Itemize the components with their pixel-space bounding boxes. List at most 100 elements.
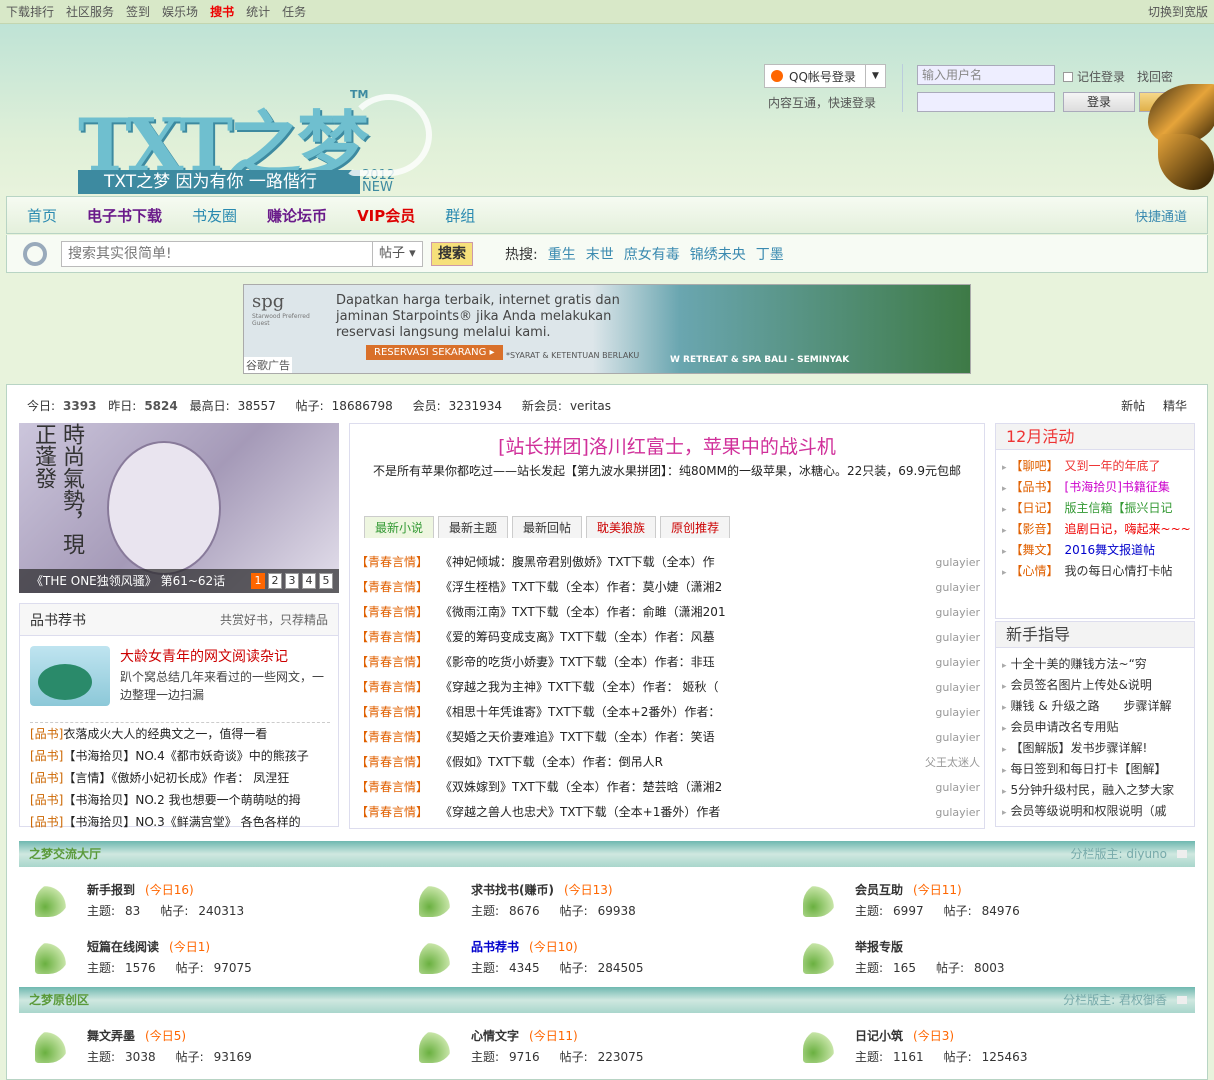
slider-page-button[interactable]: 1: [251, 573, 265, 589]
leaf-icon[interactable]: [803, 883, 837, 917]
username-input[interactable]: 输入用户名: [917, 65, 1055, 85]
top-link[interactable]: 签到: [126, 5, 150, 19]
collapse-icon[interactable]: [1177, 996, 1187, 1004]
thread-author[interactable]: gulayier: [920, 650, 980, 675]
thread-tag[interactable]: 【青春言情】: [356, 650, 440, 675]
activity-item[interactable]: 【日记】版主信箱【振兴日记: [1002, 498, 1194, 519]
quick-access-link[interactable]: 快捷通道: [1135, 206, 1187, 225]
leaf-icon[interactable]: [35, 883, 69, 917]
guide-item[interactable]: 赚钱 & 升级之路 步骤详解: [1002, 696, 1194, 717]
thread-row[interactable]: 【青春言情】 《相思十年凭谁寄》TXT下载（全本+2番外）作者： gulayier: [356, 700, 980, 725]
activity-text[interactable]: 又到一年的年底了: [1065, 459, 1161, 473]
activity-tag[interactable]: 【品书】: [1011, 480, 1059, 494]
activity-item[interactable]: 【舞文】 2016舞文报道帖: [1002, 540, 1194, 561]
thread-title[interactable]: 《假如》TXT下载（全本）作者：倒吊人R: [440, 750, 920, 775]
forum-card[interactable]: 品书荐书 (今日10) 主题: 4345 帖子: 284505: [415, 930, 799, 987]
forum-name-text[interactable]: 举报专版: [855, 940, 903, 954]
stat-newmember[interactable]: veritas: [570, 399, 611, 413]
search-button[interactable]: 搜索: [431, 241, 473, 266]
thread-row[interactable]: 【青春言情】 《微雨江南》TXT下载（全本）作者：俞雎（潇湘201 gulayier: [356, 600, 980, 625]
nav-item[interactable]: 电子书下载: [87, 205, 162, 226]
thread-author[interactable]: 父王太迷人: [920, 750, 980, 775]
activity-text[interactable]: [书海拾贝]书籍征集: [1065, 480, 1170, 494]
forum-card[interactable]: 举报专版 主题: 165 帖子: 8003: [799, 930, 1183, 987]
forgot-link[interactable]: 找回密: [1137, 70, 1173, 84]
digest-link[interactable]: 精华: [1163, 399, 1187, 413]
collapse-icon[interactable]: [1177, 850, 1187, 858]
forum-name-text[interactable]: 品书荐书: [471, 940, 519, 954]
book-pick-tag[interactable]: [品书]: [30, 727, 63, 741]
nav-item[interactable]: VIP会员: [357, 205, 415, 226]
forum-name[interactable]: 日记小筑 (今日3): [855, 1027, 1183, 1044]
remember-checkbox[interactable]: 记住登录 找回密: [1063, 68, 1173, 85]
book-pick-tag[interactable]: [品书]: [30, 771, 63, 785]
thread-author[interactable]: gulayier: [920, 600, 980, 625]
top-link[interactable]: 统计: [246, 5, 270, 19]
forum-card[interactable]: 新手报到 (今日16) 主题: 83 帖子: 240313: [31, 873, 415, 930]
book-pick-tag[interactable]: [品书]: [30, 793, 63, 807]
nav-item[interactable]: 首页: [27, 205, 57, 226]
thread-tag[interactable]: 【青春言情】: [356, 775, 440, 800]
forum-section-title[interactable]: 之梦原创区: [29, 993, 89, 1007]
thread-author[interactable]: gulayier: [920, 625, 980, 650]
featured-book-title[interactable]: 大龄女青年的网文阅读杂记: [120, 646, 288, 666]
thread-row[interactable]: 【青春言情】 《穿越之我为主神》TXT下载（全本）作者： 姬秋（ gulayier: [356, 675, 980, 700]
book-pick-item[interactable]: [品书]衣落成火大人的经典文之一，值得一看: [30, 723, 330, 745]
activity-tag[interactable]: 【日记】: [1011, 501, 1059, 515]
thread-author[interactable]: gulayier: [920, 550, 980, 575]
book-pick-tag[interactable]: [品书]: [30, 815, 63, 829]
leaf-icon[interactable]: [419, 1029, 453, 1063]
guide-item[interactable]: 【图解版】发书步骤详解!: [1002, 738, 1194, 759]
book-pick-text[interactable]: 衣落成火大人的经典文之一，值得一看: [63, 727, 267, 741]
hot-search-word[interactable]: 丁墨: [756, 247, 784, 263]
thread-tag[interactable]: 【青春言情】: [356, 625, 440, 650]
hot-search-word[interactable]: 锦绣未央: [690, 247, 746, 263]
thread-title[interactable]: 《影帝的吃货小娇妻》TXT下载（全本）作者：非珏: [440, 650, 920, 675]
headline-title[interactable]: [站长拼团]洛川红富士，苹果中的战斗机: [350, 432, 984, 459]
forum-section-title[interactable]: 之梦交流大厅: [29, 847, 101, 861]
book-pick-item[interactable]: [品书]【言情】《傲娇小妃初长成》作者： 凤涅狂: [30, 767, 330, 789]
slider-page-button[interactable]: 3: [285, 573, 299, 589]
nav-item[interactable]: 群组: [445, 205, 475, 226]
activity-text[interactable]: 版主信箱【振兴日记: [1065, 501, 1173, 515]
forum-name-text[interactable]: 新手报到: [87, 883, 135, 897]
thread-title[interactable]: 《微雨江南》TXT下载（全本）作者：俞雎（潇湘201: [440, 600, 920, 625]
new-posts-link[interactable]: 新帖: [1121, 399, 1145, 413]
nav-item[interactable]: 赚论坛币: [267, 205, 327, 226]
leaf-icon[interactable]: [35, 940, 69, 974]
forum-name[interactable]: 会员互助 (今日11): [855, 881, 1183, 898]
hot-search-word[interactable]: 末世: [586, 247, 614, 263]
thread-row[interactable]: 【青春言情】 《假如》TXT下载（全本）作者：倒吊人R 父王太迷人: [356, 750, 980, 775]
guide-item[interactable]: 5分钟升级村民，融入之梦大家: [1002, 780, 1194, 801]
guide-item[interactable]: 会员等级说明和权限说明（戚: [1002, 801, 1194, 822]
thread-author[interactable]: gulayier: [920, 700, 980, 725]
activity-item[interactable]: 【聊吧】又到一年的年底了: [1002, 456, 1194, 477]
search-input[interactable]: 搜索其实很简单!: [61, 240, 373, 267]
forum-card[interactable]: 短篇在线阅读 (今日1) 主题: 1576 帖子: 97075: [31, 930, 415, 987]
thread-tag[interactable]: 【青春言情】: [356, 750, 440, 775]
thread-row[interactable]: 【青春言情】 《神妃倾城：腹黑帝君别傲娇》TXT下载（全本）作 gulayier: [356, 550, 980, 575]
thread-row[interactable]: 【青春言情】 《影帝的吃货小娇妻》TXT下载（全本）作者：非珏 gulayier: [356, 650, 980, 675]
leaf-icon[interactable]: [419, 940, 453, 974]
activity-item[interactable]: 【影音】追剧日记，嗨起来~~~: [1002, 519, 1194, 540]
thread-title[interactable]: 《神妃倾城：腹黑帝君别傲娇》TXT下载（全本）作: [440, 550, 920, 575]
forum-name[interactable]: 新手报到 (今日16): [87, 881, 415, 898]
checkbox-icon[interactable]: [1063, 72, 1073, 82]
thread-author[interactable]: gulayier: [920, 775, 980, 800]
forum-card[interactable]: 日记小筑 (今日3) 主题: 1161 帖子: 125463: [799, 1019, 1183, 1076]
book-pick-item[interactable]: [品书]【书海拾贝】NO.2 我也想要一个萌萌哒的拇: [30, 789, 330, 811]
forum-name-text[interactable]: 舞文弄墨: [87, 1029, 135, 1043]
switch-wide-link[interactable]: 切换到宽版: [1148, 3, 1208, 20]
forum-card[interactable]: 会员互助 (今日11) 主题: 6997 帖子: 84976: [799, 873, 1183, 930]
section-moderator[interactable]: 分栏版主: 君权御香: [1063, 987, 1167, 1013]
forum-name[interactable]: 舞文弄墨 (今日5): [87, 1027, 415, 1044]
book-pick-text[interactable]: 【书海拾贝】NO.3《鲜满宫堂》 各色各样的: [63, 815, 300, 829]
leaf-icon[interactable]: [419, 883, 453, 917]
activity-text[interactable]: 2016舞文报道帖: [1065, 543, 1156, 557]
forum-name[interactable]: 举报专版: [855, 938, 1183, 955]
banner-ad[interactable]: spg Dapatkan harga terbaik, internet gra…: [243, 284, 971, 374]
forum-card[interactable]: 心情文字 (今日11) 主题: 9716 帖子: 223075: [415, 1019, 799, 1076]
thread-tag[interactable]: 【青春言情】: [356, 700, 440, 725]
thread-title[interactable]: 《双姝嫁到》TXT下载（全本）作者：楚芸晗（潇湘2: [440, 775, 920, 800]
guide-item[interactable]: 十全十美的赚钱方法~“穷: [1002, 654, 1194, 675]
